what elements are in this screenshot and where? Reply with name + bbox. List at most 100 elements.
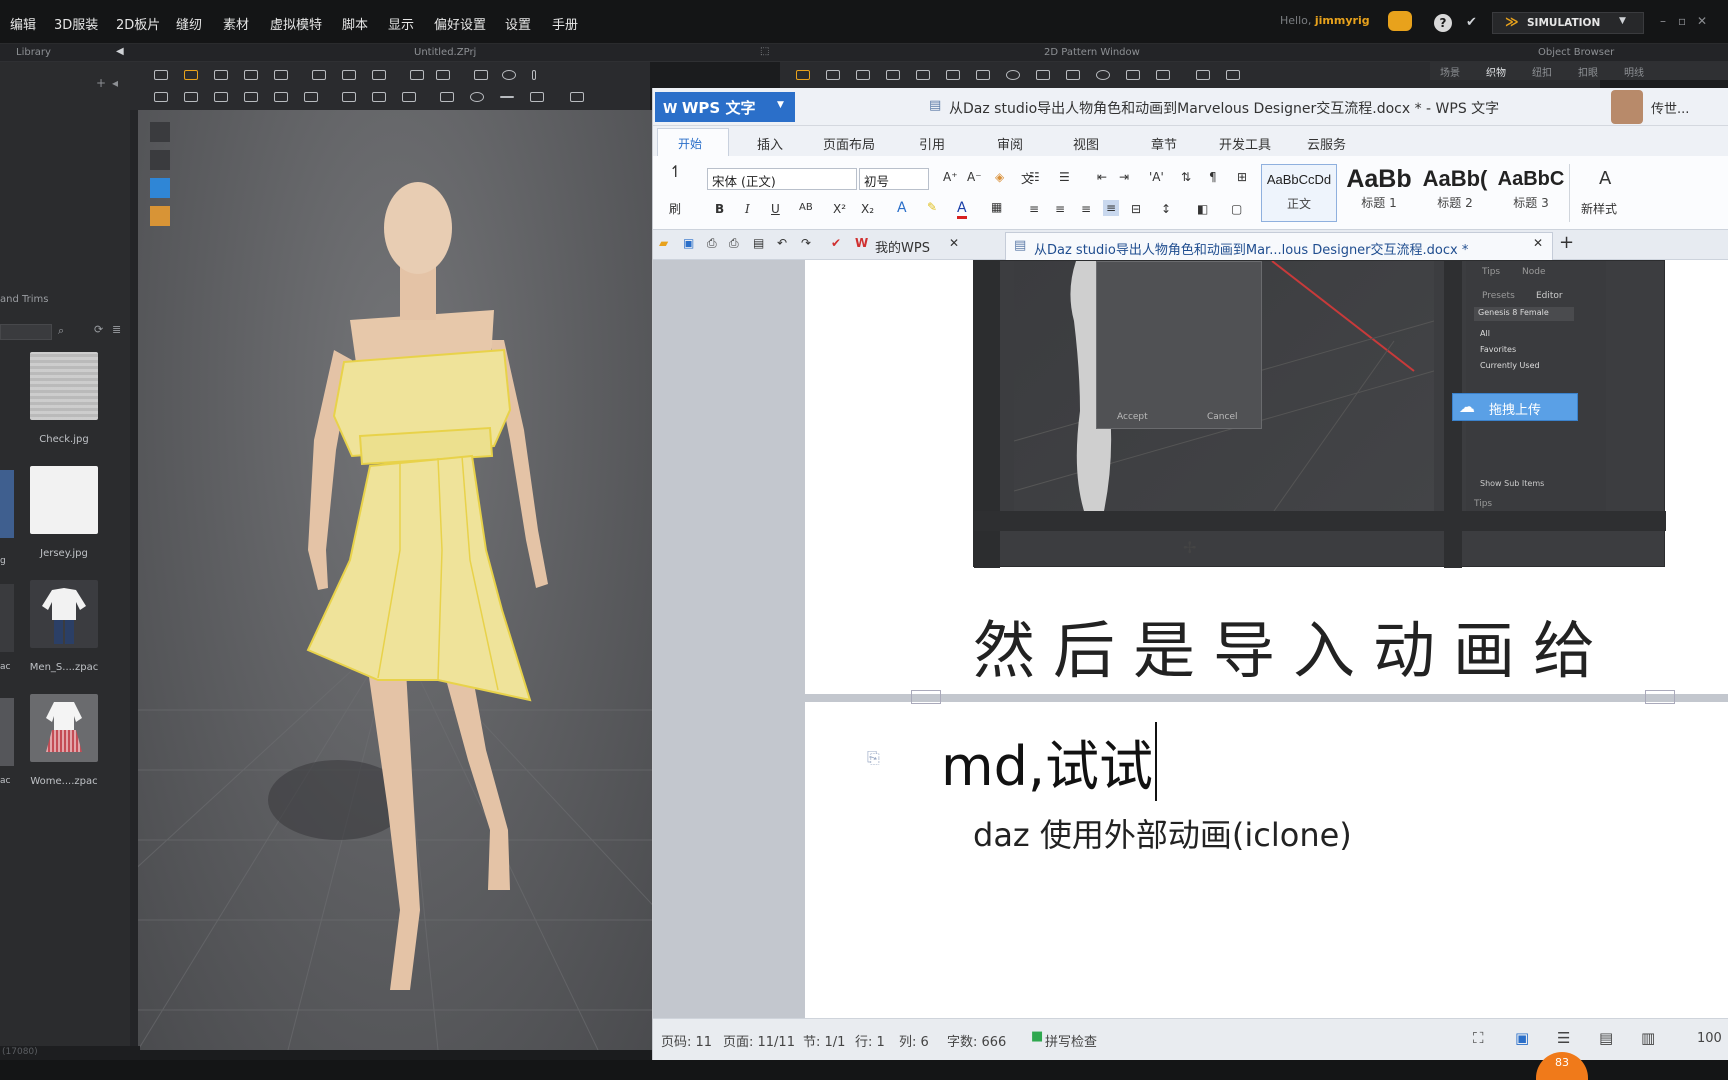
internal-circle-icon[interactable] [1096, 70, 1110, 80]
wps-home-icon[interactable]: W [855, 236, 868, 250]
italic-icon[interactable]: I [745, 202, 750, 216]
document-page[interactable]: Accept Cancel Tips Node Presets Editor G… [805, 260, 1728, 1018]
menu-3d-garment[interactable]: 3D服装 [54, 14, 98, 33]
maximize-icon[interactable]: ▫ [1678, 14, 1686, 28]
print-preview-icon[interactable]: ▤ [753, 236, 764, 250]
grow-font-icon[interactable]: A⁺ [943, 170, 958, 184]
line-tool-icon[interactable] [500, 96, 514, 98]
change-case-icon[interactable]: 'A' [1149, 170, 1164, 184]
garment-tool-icon[interactable] [372, 70, 386, 80]
new-style-icon[interactable]: A [1599, 168, 1611, 189]
menu-2d-pattern[interactable]: 2D板片 [116, 14, 160, 33]
menu-preferences[interactable]: 偏好设置 [434, 14, 486, 33]
internal-rect-icon[interactable] [1036, 70, 1050, 80]
document-tab[interactable]: ▤ 从Daz studio导出人物角色和动画到Mar...lous Design… [1005, 232, 1553, 260]
ob-tab-topstitch[interactable]: 明线 [1624, 64, 1644, 79]
print-icon[interactable]: ⎙ [729, 236, 739, 251]
char-shading-icon[interactable]: ▦ [991, 200, 1002, 214]
customize-icon[interactable]: ✔ [831, 236, 841, 250]
sort-icon[interactable]: ⇅ [1181, 170, 1191, 184]
new-style-label[interactable]: 新样式 [1581, 200, 1617, 217]
status-col[interactable]: 列: 6 [899, 1031, 929, 1050]
doc-heading-line[interactable]: 然后是导入动画给 [973, 600, 1613, 690]
women-dress-thumb[interactable] [30, 694, 98, 762]
page-view-icon[interactable]: ▣ [1515, 1029, 1529, 1047]
styles-scroll[interactable] [1569, 164, 1579, 222]
menu-sewing[interactable]: 缝纫 [176, 14, 202, 33]
redo-icon[interactable]: ↷ [801, 236, 811, 250]
borders-icon[interactable]: ▢ [1231, 202, 1242, 216]
tab-page-layout[interactable]: 页面布局 [823, 134, 875, 153]
internal-polygon-icon[interactable] [1066, 70, 1080, 80]
close-icon[interactable]: ✕ [1697, 14, 1707, 28]
rect-pattern-icon[interactable] [946, 70, 960, 80]
measure-tool-icon[interactable] [244, 92, 258, 102]
status-pages[interactable]: 页面: 11/11 [723, 1031, 795, 1050]
line-spacing-icon[interactable]: ↕ [1161, 202, 1171, 216]
tab-view[interactable]: 视图 [1073, 134, 1099, 153]
search-icon[interactable]: ⌕ [58, 324, 64, 338]
shrink-tool-icon[interactable] [304, 92, 318, 102]
account-name[interactable]: 传世... [1651, 98, 1689, 117]
status-page-no[interactable]: 页码: 11 [661, 1031, 712, 1050]
distribute-icon[interactable]: ⊟ [1131, 202, 1141, 216]
ob-tab-buttonhole[interactable]: 扣眼 [1578, 64, 1598, 79]
align-left-icon[interactable]: ≡ [1029, 202, 1039, 216]
tab-cloud[interactable]: 云服务 [1307, 134, 1346, 153]
lasso-tool-icon[interactable] [474, 70, 488, 80]
partial-thumb[interactable] [0, 470, 14, 538]
partial-thumb[interactable] [0, 698, 14, 766]
fit-tool-icon[interactable] [214, 92, 228, 102]
dot-tool-icon[interactable] [470, 92, 484, 102]
tack-tool-icon[interactable] [342, 70, 356, 80]
fullscreen-icon[interactable]: ⛶ [1473, 1029, 1484, 1047]
align-right-icon[interactable]: ≡ [1081, 202, 1091, 216]
zipper-tool-icon[interactable] [342, 92, 356, 102]
style-heading-2[interactable]: AaBb( 标题 2 [1417, 164, 1493, 222]
topstitch-tool-icon[interactable] [440, 92, 454, 102]
tab-section[interactable]: 章节 [1151, 134, 1177, 153]
outline-view-icon[interactable]: ☰ [1557, 1029, 1570, 1047]
check-fabric-thumb[interactable] [30, 352, 98, 420]
subscript-icon[interactable]: X₂ [861, 202, 874, 216]
add-icon[interactable]: + [96, 76, 106, 90]
trace-icon[interactable] [1156, 70, 1170, 80]
fold-tool-icon[interactable] [274, 70, 288, 80]
ob-tab-scene[interactable]: 场景 [1440, 64, 1460, 79]
grade-icon[interactable] [1226, 70, 1240, 80]
status-word-count[interactable]: 字数: 666 [947, 1031, 1006, 1050]
ob-tab-button[interactable]: 纽扣 [1532, 64, 1552, 79]
status-section[interactable]: 节: 1/1 [803, 1031, 845, 1050]
library-search-input[interactable] [0, 324, 52, 340]
clear-format-icon[interactable]: ◈ [995, 170, 1004, 184]
paragraph-handle-icon[interactable]: ⎘ [867, 748, 880, 768]
partial-thumb[interactable] [0, 584, 14, 652]
tab-developer[interactable]: 开发工具 [1219, 134, 1271, 153]
dart-icon[interactable] [1126, 70, 1140, 80]
reading-view-icon[interactable]: ▥ [1641, 1029, 1655, 1047]
edit-pattern-icon[interactable] [826, 70, 840, 80]
symmetric-tool-icon[interactable] [184, 92, 198, 102]
menu-materials[interactable]: 素材 [223, 14, 249, 33]
style-heading-3[interactable]: AaBbC 标题 3 [1493, 164, 1569, 222]
menu-script[interactable]: 脚本 [342, 14, 368, 33]
tab-insert[interactable]: 插入 [757, 134, 783, 153]
wps-app-menu[interactable]: W WPS 文字 ▼ [655, 92, 795, 122]
collapse-arrow-icon[interactable]: ◀ [116, 46, 124, 57]
edit-curve-icon[interactable] [856, 70, 870, 80]
justify-icon[interactable]: ≡ [1103, 200, 1120, 216]
my-wps-tab[interactable]: 我的WPS [875, 237, 930, 256]
text-effect-icon[interactable]: A [897, 200, 907, 216]
doc-text-line[interactable]: md,试试 [941, 722, 1158, 801]
font-size-select[interactable]: 初号 [859, 168, 929, 190]
paragraph-mark-icon[interactable]: ¶ [1209, 170, 1217, 184]
web-view-icon[interactable]: ▤ [1599, 1029, 1613, 1047]
add-point-icon[interactable] [886, 70, 900, 80]
status-row[interactable]: 行: 1 [855, 1031, 885, 1050]
pin-tool-icon[interactable] [312, 70, 326, 80]
menu-display[interactable]: 显示 [388, 14, 414, 33]
clipboard-label[interactable]: 刷 [669, 200, 681, 217]
list-view-icon[interactable]: ≣ [112, 323, 121, 336]
close-icon[interactable]: ✕ [949, 236, 959, 250]
font-color-icon[interactable]: A [957, 200, 967, 219]
